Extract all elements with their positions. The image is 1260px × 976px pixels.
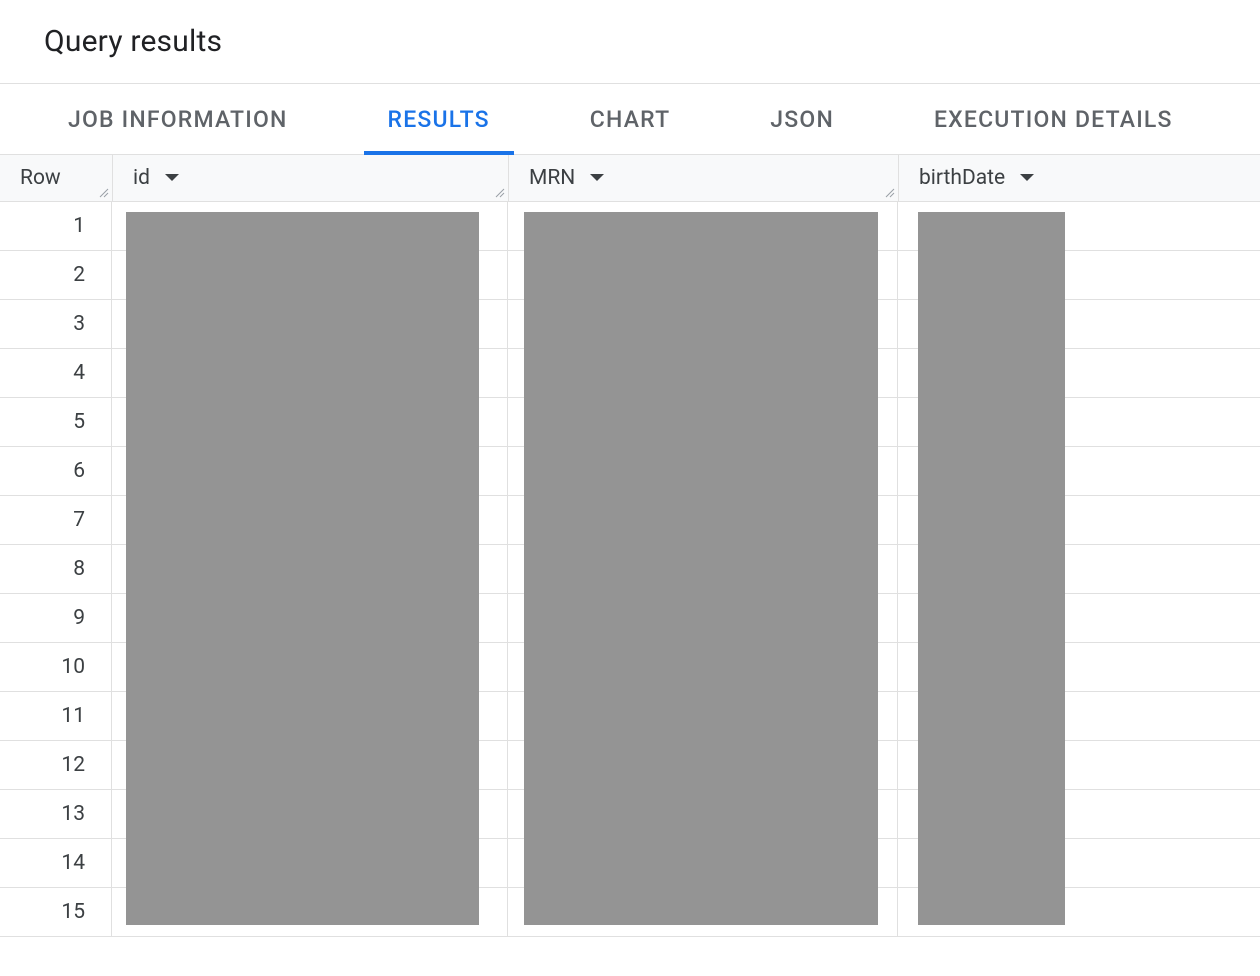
row-number-cell: 2 (0, 251, 112, 299)
page-root: Query results JOB INFORMATION RESULTS CH… (0, 0, 1260, 976)
row-number-cell: 6 (0, 447, 112, 495)
column-header-mrn[interactable]: MRN (508, 155, 898, 201)
tab-label: EXECUTION DETAILS (934, 106, 1173, 133)
row-number-cell: 10 (0, 643, 112, 691)
row-number-cell: 11 (0, 692, 112, 740)
chevron-down-icon[interactable] (164, 173, 180, 183)
tab-json[interactable]: JSON (746, 84, 858, 154)
redacted-block-id (126, 212, 479, 925)
results-table: Row id MRN (0, 155, 1260, 937)
column-header-row[interactable]: Row (0, 155, 112, 201)
tab-label: JSON (770, 106, 834, 133)
column-header-birthdate[interactable]: birthDate (898, 155, 1260, 201)
tab-execution-details[interactable]: EXECUTION DETAILS (910, 84, 1197, 154)
table-header-row: Row id MRN (0, 155, 1260, 202)
header: Query results (0, 0, 1260, 83)
tab-job-information[interactable]: JOB INFORMATION (44, 84, 312, 154)
table-body: 123456789101112131415 (0, 202, 1260, 937)
tab-label: CHART (590, 106, 671, 133)
column-header-id[interactable]: id (112, 155, 508, 201)
row-number-cell: 15 (0, 888, 112, 936)
row-number-cell: 4 (0, 349, 112, 397)
row-number-cell: 7 (0, 496, 112, 544)
row-number-cell: 3 (0, 300, 112, 348)
row-number-cell: 13 (0, 790, 112, 838)
chevron-down-icon[interactable] (1019, 173, 1035, 183)
tab-chart[interactable]: CHART (566, 84, 695, 154)
tab-label: RESULTS (388, 106, 490, 133)
column-header-label: birthDate (919, 166, 1005, 190)
redacted-block-mrn (524, 212, 878, 925)
row-number-cell: 14 (0, 839, 112, 887)
page-title: Query results (44, 24, 1216, 59)
resize-handle[interactable] (494, 187, 506, 199)
row-number-cell: 8 (0, 545, 112, 593)
tabs: JOB INFORMATION RESULTS CHART JSON EXECU… (0, 83, 1260, 155)
row-number-cell: 5 (0, 398, 112, 446)
resize-handle[interactable] (884, 187, 896, 199)
row-number-cell: 9 (0, 594, 112, 642)
redacted-block-birthdate (918, 212, 1065, 925)
tab-label: JOB INFORMATION (68, 106, 288, 133)
column-header-label: id (133, 166, 150, 190)
column-header-label: Row (20, 166, 61, 190)
column-header-label: MRN (529, 166, 575, 190)
tab-results[interactable]: RESULTS (364, 84, 514, 154)
row-number-cell: 1 (0, 202, 112, 250)
row-number-cell: 12 (0, 741, 112, 789)
resize-handle[interactable] (98, 187, 110, 199)
chevron-down-icon[interactable] (589, 173, 605, 183)
